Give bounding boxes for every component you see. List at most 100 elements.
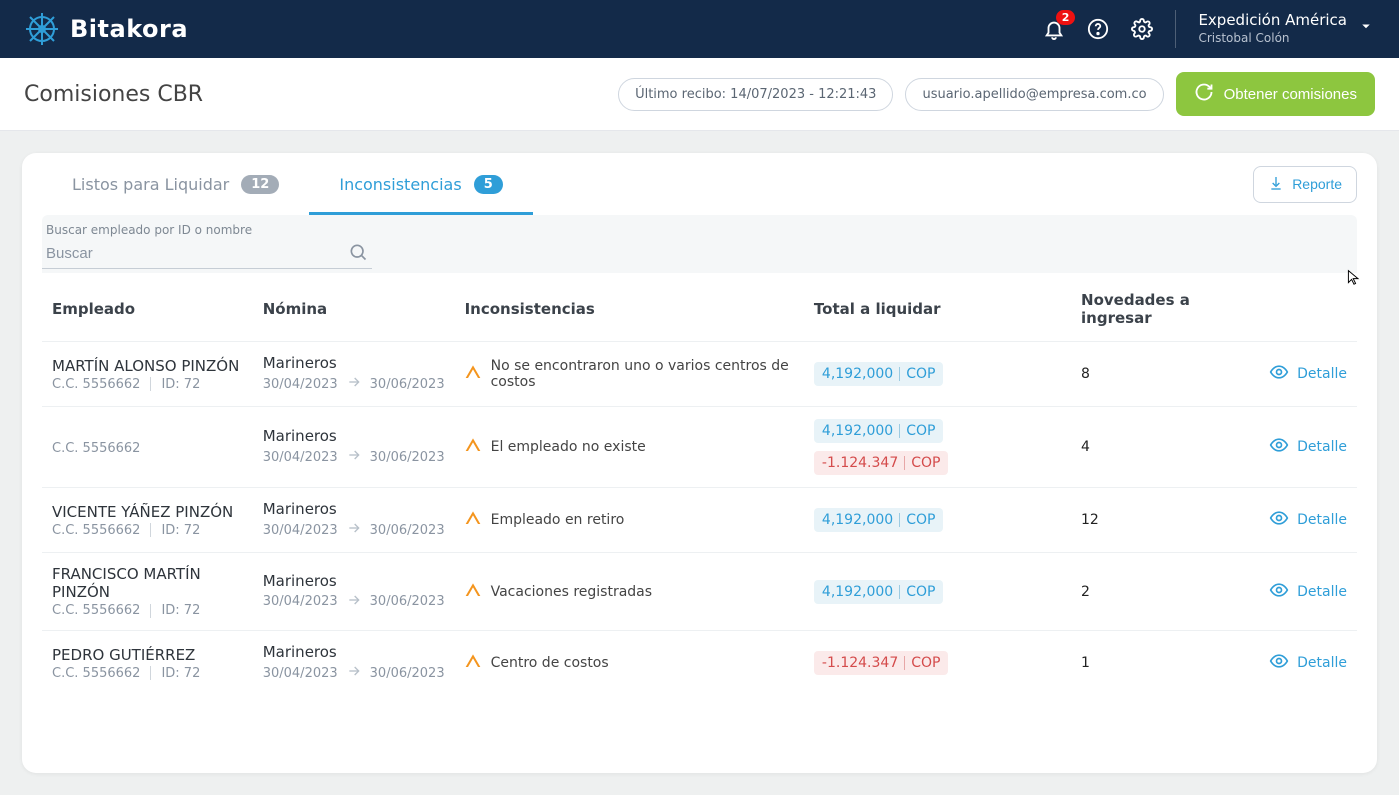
report-button[interactable]: Reporte [1253,166,1357,203]
inconsistency-text: Centro de costos [491,655,609,671]
novedades-count: 4 [1071,407,1259,488]
novedades-count: 12 [1071,488,1259,553]
brand: Bitakora [24,11,188,47]
detail-label: Detalle [1297,512,1347,528]
tab-ready-label: Listos para Liquidar [72,175,229,194]
inconsistencies-table: Empleado Nómina Inconsistencias Total a … [42,273,1357,695]
last-receipt-pill: Último recibo: 14/07/2023 - 12:21:43 [618,78,893,111]
tab-ready-count: 12 [241,175,279,194]
page-title: Comisiones CBR [24,82,203,107]
warning-icon [465,510,481,530]
col-total: Total a liquidar [804,273,1071,342]
search-icon[interactable] [348,242,368,266]
detail-link[interactable]: Detalle [1269,580,1347,604]
user-email-pill: usuario.apellido@empresa.com.co [905,78,1163,111]
tabs-row: Listos para Liquidar 12 Inconsistencias … [22,153,1377,215]
col-nomina: Nómina [253,273,455,342]
amount-chip: 4,192,000COP [814,508,944,532]
notifications-button[interactable]: 2 [1043,18,1065,40]
novedades-count: 2 [1071,553,1259,631]
account-company: Expedición América [1198,11,1347,31]
amount-chip-negative: -1.124.347COP [814,451,949,475]
payroll-from: 30/04/2023 [263,377,338,392]
payroll-from: 30/04/2023 [263,450,338,465]
help-button[interactable] [1087,18,1109,40]
payroll-to: 30/06/2023 [370,594,445,609]
employee-cc: C.C. 5556662 [52,441,140,456]
tab-inconsistencies[interactable]: Inconsistencias 5 [309,153,532,215]
topbar: Bitakora 2 Expedición América Cristobal … [0,0,1399,58]
employee-name: FRANCISCO MARTÍN PINZÓN [52,565,243,601]
employee-cc: C.C. 5556662 [52,603,140,618]
warning-icon [465,364,481,384]
amount-chip: 4,192,000COP [814,580,944,604]
account-menu[interactable]: Expedición América Cristobal Colón [1198,11,1375,46]
payroll-from: 30/04/2023 [263,523,338,538]
payroll-group: Marineros [263,643,445,661]
table-row: C.C. 5556662 Marineros 30/04/2023 30/06/202… [42,407,1357,488]
search-label: Buscar empleado por ID o nombre [42,223,1357,239]
notification-badge: 2 [1056,10,1076,25]
detail-label: Detalle [1297,584,1347,600]
arrow-right-icon [346,663,362,683]
employee-cc: C.C. 5556662 [52,666,140,681]
detail-label: Detalle [1297,366,1347,382]
eye-icon [1269,362,1289,386]
payroll-to: 30/06/2023 [370,523,445,538]
employee-name: MARTÍN ALONSO PINZÓN [52,357,243,375]
payroll-from: 30/04/2023 [263,666,338,681]
employee-id: ID: 72 [161,523,200,538]
brand-text: Bitakora [70,15,188,43]
warning-icon [465,582,481,602]
arrow-right-icon [346,447,362,467]
get-commissions-button[interactable]: Obtener comisiones [1176,72,1375,116]
payroll-group: Marineros [263,500,445,518]
amount-chip: 4,192,000COP [814,362,944,386]
tab-ready[interactable]: Listos para Liquidar 12 [42,153,309,215]
payroll-group: Marineros [263,427,445,445]
main-card: Listos para Liquidar 12 Inconsistencias … [22,153,1377,773]
subheader: Comisiones CBR Último recibo: 14/07/2023… [0,58,1399,131]
eye-icon [1269,580,1289,604]
download-icon [1268,175,1284,194]
payroll-to: 30/06/2023 [370,666,445,681]
payroll-to: 30/06/2023 [370,450,445,465]
warning-icon [465,653,481,673]
inconsistency-text: No se encontraron uno o varios centros d… [491,358,794,390]
table-row: FRANCISCO MARTÍN PINZÓNC.C. 5556662ID: 7… [42,553,1357,631]
employee-cc: C.C. 5556662 [52,523,140,538]
inconsistency-text: El empleado no existe [491,439,646,455]
employee-name: VICENTE YÁÑEZ PINZÓN [52,503,243,521]
table-row: VICENTE YÁÑEZ PINZÓN C.C. 5556662 ID: 72 Ma… [42,488,1357,553]
warning-icon [465,437,481,457]
tab-inconsistencies-label: Inconsistencias [339,175,461,194]
report-label: Reporte [1292,176,1342,192]
settings-button[interactable] [1131,18,1153,40]
arrow-right-icon [346,520,362,540]
table-row: PEDRO GUTIÉRREZC.C. 5556662ID: 72Mariner… [42,631,1357,696]
brand-wheel-icon [24,11,60,47]
col-empleado: Empleado [42,273,253,342]
amount-chip-negative: -1.124.347COP [814,651,949,675]
eye-icon [1269,508,1289,532]
amount-chip: 4,192,000COP [814,419,944,443]
detail-label: Detalle [1297,439,1347,455]
detail-link[interactable]: Detalle [1269,508,1347,532]
inconsistency-text: Empleado en retiro [491,512,625,528]
search-input[interactable] [46,241,348,266]
refresh-icon [1194,82,1214,106]
payroll-group: Marineros [263,572,445,590]
eye-icon [1269,651,1289,675]
payroll-from: 30/04/2023 [263,594,338,609]
get-commissions-label: Obtener comisiones [1224,86,1357,103]
top-actions: 2 Expedición América Cristobal Colón [1043,10,1375,48]
chevron-down-icon [1357,17,1375,40]
detail-link[interactable]: Detalle [1269,435,1347,459]
eye-icon [1269,435,1289,459]
inconsistency-text: Vacaciones registradas [491,584,652,600]
novedades-count: 8 [1071,342,1259,407]
detail-link[interactable]: Detalle [1269,651,1347,675]
detail-link[interactable]: Detalle [1269,362,1347,386]
payroll-group: Marineros [263,354,445,372]
employee-id: ID: 72 [161,666,200,681]
